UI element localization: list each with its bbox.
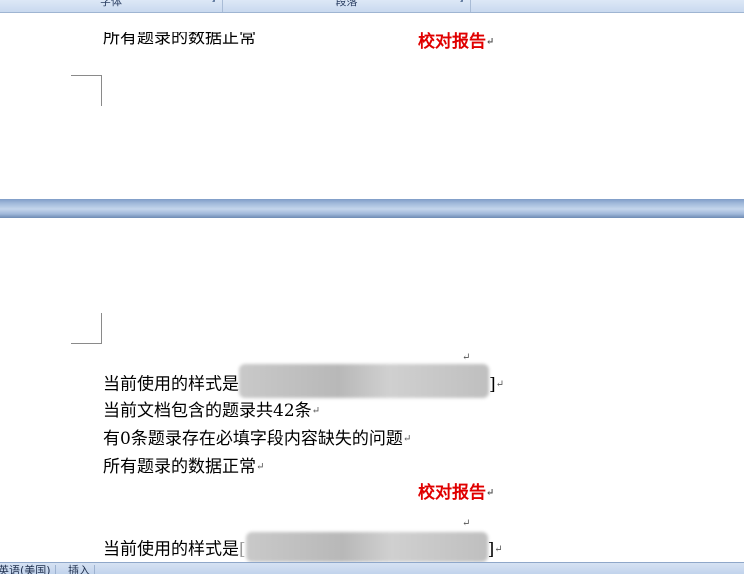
document-page-previous[interactable]: 所有题录的数据正常 校对报告↵ bbox=[0, 13, 744, 199]
margin-corner-mark bbox=[71, 75, 102, 106]
style-label: 当前使用的样式是 bbox=[103, 374, 239, 395]
bracket-end: ] bbox=[489, 374, 496, 395]
ribbon-group-paragraph-label: 段落 bbox=[335, 0, 358, 8]
record-count-line: 当前文档包含的题录共42条↵ bbox=[103, 400, 320, 423]
ribbon-group-font: 字体 ↘ bbox=[0, 0, 223, 12]
style-line-2: 当前使用的样式是[]↵ bbox=[103, 532, 503, 562]
paragraph-mark-icon: ↵ bbox=[486, 36, 495, 48]
redacted-style-name bbox=[245, 532, 488, 562]
report-title-text: 校对报告 bbox=[418, 483, 486, 503]
report-title-heading: 校对报告↵ bbox=[418, 482, 494, 505]
record-count-text: 当前文档包含的题录共42条 bbox=[103, 401, 312, 421]
missing-fields-text: 有0条题录存在必填字段内容缺失的问题 bbox=[103, 429, 403, 449]
paragraph-mark-icon: ↵ bbox=[495, 379, 505, 390]
dialog-launcher-icon[interactable]: ↘ bbox=[457, 0, 464, 4]
cut-off-line: 所有题录的数据正常 bbox=[103, 28, 256, 48]
paragraph-mark-icon: ↵ bbox=[402, 433, 412, 445]
ribbon-group-paragraph: 段落 ↘ bbox=[223, 0, 471, 12]
ribbon-group-labels: 字体 ↘ 段落 ↘ bbox=[0, 0, 744, 13]
report-title-heading: 校对报告↵ bbox=[418, 31, 494, 54]
report-title-text: 校对报告 bbox=[418, 32, 486, 52]
paragraph-mark-icon: ↵ bbox=[462, 518, 471, 529]
paragraph-mark-icon: ↵ bbox=[311, 405, 321, 417]
page-separator bbox=[0, 199, 744, 218]
paragraph-mark-icon: ↵ bbox=[486, 487, 495, 499]
paragraph-mark-icon: ↵ bbox=[494, 544, 503, 555]
ribbon-group-font-label: 字体 bbox=[100, 0, 122, 8]
style-label: 当前使用的样式是 bbox=[103, 539, 239, 560]
document-page-current[interactable]: ↵ 当前使用的样式是]↵ 当前文档包含的题录共42条↵ 有0条题录存在必填字段内… bbox=[0, 218, 744, 562]
ribbon-group-styles bbox=[471, 0, 743, 12]
style-line: 当前使用的样式是]↵ bbox=[103, 364, 505, 398]
margin-corner-mark bbox=[71, 313, 102, 344]
data-normal-text: 所有题录的数据正常 bbox=[103, 457, 256, 477]
data-normal-line: 所有题录的数据正常↵ bbox=[103, 456, 264, 479]
paragraph-mark-icon: ↵ bbox=[462, 352, 471, 363]
redacted-style-name bbox=[239, 364, 489, 398]
paragraph-mark-icon: ↵ bbox=[256, 461, 265, 473]
status-bar: 英语(美国) 插入 bbox=[0, 562, 744, 574]
missing-fields-line: 有0条题录存在必填字段内容缺失的问题↵ bbox=[103, 428, 411, 451]
dialog-launcher-icon[interactable]: ↘ bbox=[209, 0, 216, 4]
bracket-start: [ bbox=[239, 539, 246, 560]
